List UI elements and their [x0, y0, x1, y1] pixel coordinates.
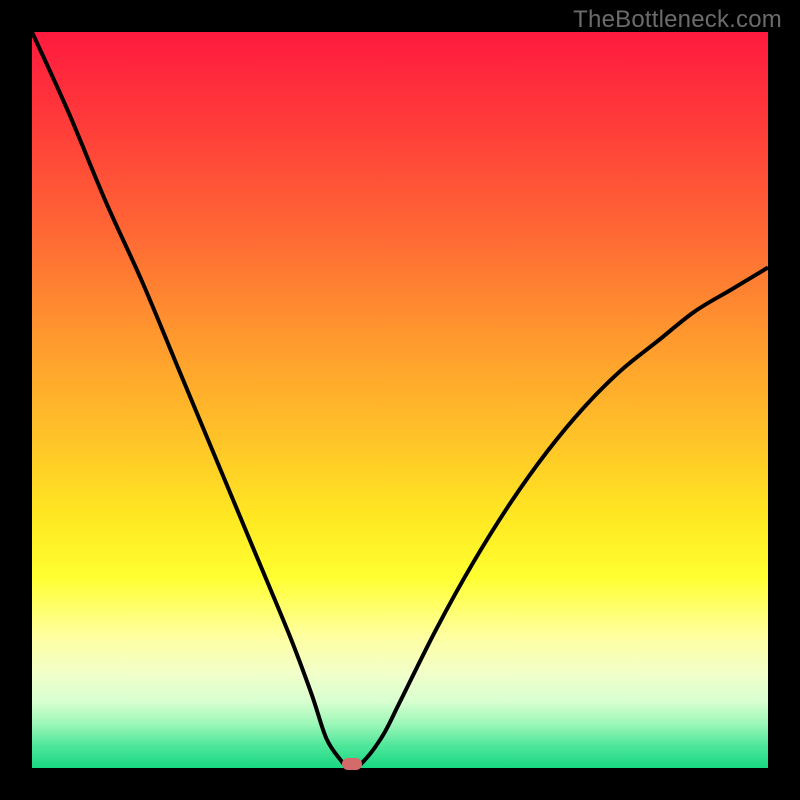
plot-area — [32, 32, 768, 768]
minimum-marker — [342, 758, 362, 770]
watermark-text: TheBottleneck.com — [573, 6, 782, 34]
chart-frame: TheBottleneck.com — [0, 0, 800, 800]
bottleneck-curve — [32, 32, 768, 768]
curve-path — [32, 32, 768, 769]
